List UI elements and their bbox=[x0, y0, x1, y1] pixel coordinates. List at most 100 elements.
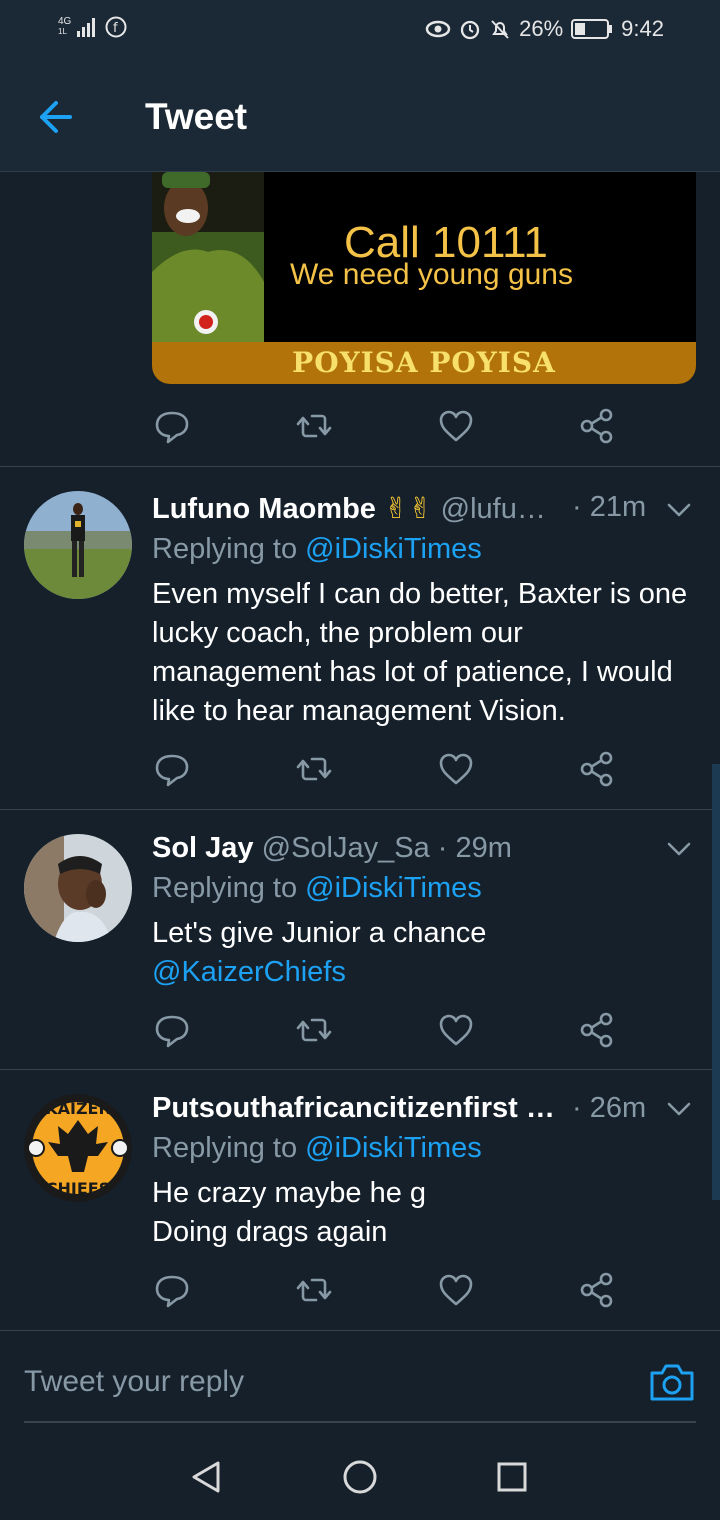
mute-bell-icon bbox=[491, 20, 509, 39]
reply-button[interactable] bbox=[152, 1010, 192, 1050]
chevron-down-icon bbox=[667, 503, 691, 517]
clock: 9:42 bbox=[621, 16, 664, 41]
like-button[interactable] bbox=[436, 1270, 476, 1310]
avatar[interactable] bbox=[24, 834, 132, 942]
reply-tweet[interactable]: KAIZER CHIEFS Putsouthafricancitizenfirs… bbox=[0, 1070, 720, 1330]
eye-icon bbox=[425, 20, 451, 38]
like-button[interactable] bbox=[436, 1010, 476, 1050]
mention-link[interactable]: @iDiskiTimes bbox=[305, 1132, 482, 1164]
reply-composer: Tweet your reply bbox=[0, 1331, 720, 1431]
heart-icon bbox=[439, 410, 473, 442]
battery-icon bbox=[571, 19, 613, 39]
retweet-button[interactable] bbox=[294, 1010, 334, 1050]
tweet-menu-button[interactable] bbox=[664, 1094, 694, 1124]
camera-button[interactable] bbox=[648, 1361, 696, 1403]
share-icon bbox=[580, 751, 613, 787]
camera-icon bbox=[650, 1364, 694, 1401]
tweet-menu-button[interactable] bbox=[664, 834, 694, 864]
reply-button[interactable] bbox=[152, 749, 192, 789]
reply-tweet[interactable]: Lufuno Maombe ✌✌ @lufu… · 21m Replying t… bbox=[0, 467, 720, 809]
square-recents-icon bbox=[497, 1462, 527, 1492]
replying-to: Replying to @iDiskiTimes bbox=[152, 872, 482, 905]
share-button[interactable] bbox=[578, 749, 618, 789]
like-button[interactable] bbox=[436, 749, 476, 789]
tweet-header: Putsouthafricancitizenfirst … bbox=[152, 1092, 555, 1125]
reply-icon bbox=[155, 754, 189, 787]
nav-back-button[interactable] bbox=[186, 1457, 226, 1497]
reply-tweet[interactable]: Sol Jay @SolJay_Sa · 29m Replying to @iD… bbox=[0, 810, 720, 1069]
tweet-media-image[interactable]: Call 10111 We need young guns POYISA POY… bbox=[152, 172, 696, 384]
nav-recents-button[interactable] bbox=[492, 1457, 532, 1497]
alarm-icon bbox=[460, 20, 480, 40]
timestamp: · 29m bbox=[437, 832, 512, 864]
avatar-photo bbox=[24, 491, 132, 599]
reply-icon bbox=[155, 1015, 189, 1048]
timestamp: · 21m bbox=[572, 491, 647, 523]
tweet-actions bbox=[152, 1270, 632, 1310]
retweet-icon bbox=[296, 414, 332, 438]
share-icon bbox=[580, 1272, 613, 1308]
composer-underline bbox=[24, 1421, 696, 1423]
tweet-text: He crazy maybe he g Doing drags again bbox=[152, 1174, 700, 1252]
display-name[interactable]: Sol Jay bbox=[152, 832, 254, 864]
tweet-menu-button[interactable] bbox=[664, 495, 694, 525]
retweet-button[interactable] bbox=[294, 1270, 334, 1310]
share-icon bbox=[580, 1012, 613, 1048]
retweet-icon bbox=[296, 1018, 332, 1042]
heart-icon bbox=[439, 1014, 473, 1046]
emoji: ✌✌ bbox=[383, 493, 433, 525]
mention-link[interactable]: @iDiskiTimes bbox=[305, 872, 482, 904]
tweet-text-line: Doing drags again bbox=[152, 1216, 388, 1248]
svg-text:f: f bbox=[113, 21, 118, 36]
tweet-header: Lufuno Maombe ✌✌ @lufu… bbox=[152, 491, 546, 526]
status-bar: 4G 1L f 26% 9:42 bbox=[0, 0, 720, 62]
tweet-text-line: He crazy maybe he g bbox=[152, 1177, 427, 1209]
replying-to: Replying to @iDiskiTimes bbox=[152, 533, 482, 566]
reply-input[interactable]: Tweet your reply bbox=[24, 1365, 244, 1399]
reply-icon bbox=[155, 411, 189, 444]
like-button[interactable] bbox=[436, 406, 476, 446]
display-name[interactable]: Putsouthafricancitizenfirst … bbox=[152, 1092, 555, 1124]
username[interactable]: @lufu… bbox=[441, 493, 546, 525]
triangle-back-icon bbox=[192, 1461, 220, 1493]
media-banner-text: POYISA POYISA bbox=[292, 346, 556, 379]
tweet-text: Let's give Junior a chance @KaizerChiefs bbox=[152, 914, 700, 992]
media-banner: POYISA POYISA bbox=[152, 342, 696, 384]
username[interactable]: @SolJay_Sa bbox=[262, 832, 430, 864]
chevron-down-icon bbox=[667, 842, 691, 856]
reply-button[interactable] bbox=[152, 406, 192, 446]
heart-icon bbox=[439, 753, 473, 785]
replying-to-label: Replying to bbox=[152, 872, 306, 904]
tweet-actions bbox=[152, 1010, 632, 1050]
reply-button[interactable] bbox=[152, 1270, 192, 1310]
circle-home-icon bbox=[343, 1460, 377, 1494]
mention-link[interactable]: @KaizerChiefs bbox=[152, 953, 700, 992]
tweet-actions bbox=[152, 406, 632, 446]
retweet-button[interactable] bbox=[294, 406, 334, 446]
back-button[interactable] bbox=[30, 96, 80, 138]
tweet-text-line: Let's give Junior a chance bbox=[152, 917, 487, 949]
page-title: Tweet bbox=[145, 96, 248, 137]
timestamp: · 26m bbox=[572, 1092, 647, 1124]
network-type: 4G 1L bbox=[58, 16, 72, 37]
facebook-icon: f bbox=[105, 16, 127, 38]
display-name[interactable]: Lufuno Maombe bbox=[152, 493, 376, 525]
tweet-text: Even myself I can do better, Baxter is o… bbox=[152, 578, 688, 727]
avatar[interactable]: KAIZER CHIEFS bbox=[24, 1094, 132, 1202]
retweet-button[interactable] bbox=[294, 749, 334, 789]
avatar[interactable] bbox=[24, 491, 132, 599]
replying-to-label: Replying to bbox=[152, 1132, 306, 1164]
tweet-header: Sol Jay @SolJay_Sa · 29m bbox=[152, 832, 512, 865]
nav-home-button[interactable] bbox=[340, 1457, 380, 1497]
share-button[interactable] bbox=[578, 1270, 618, 1310]
share-button[interactable] bbox=[578, 1010, 618, 1050]
arrow-left-icon bbox=[40, 101, 72, 133]
reply-icon bbox=[155, 1275, 189, 1308]
top-app-bar: Tweet bbox=[0, 62, 720, 172]
battery-percent: 26% bbox=[519, 16, 564, 41]
mention-link[interactable]: @iDiskiTimes bbox=[305, 533, 482, 565]
retweet-icon bbox=[296, 757, 332, 781]
tweet-actions bbox=[152, 749, 632, 789]
scrollbar[interactable] bbox=[712, 764, 720, 1200]
share-button[interactable] bbox=[578, 406, 618, 446]
